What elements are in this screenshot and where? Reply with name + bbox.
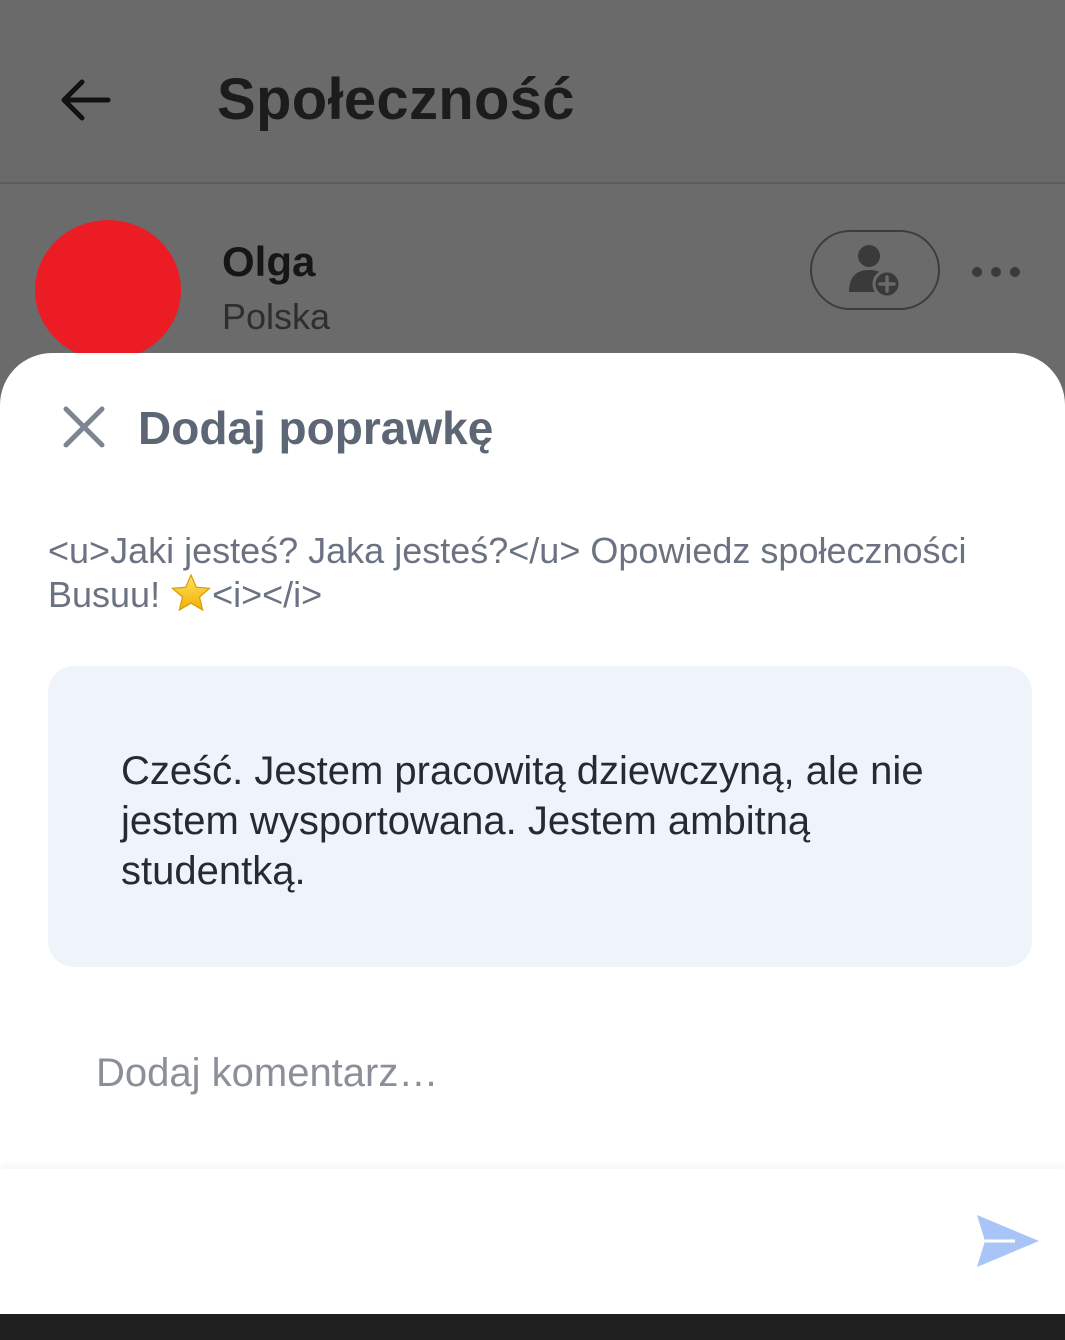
answer-card[interactable]: Cześć. Jestem pracowitą dziewczyną, ale … <box>48 666 1032 967</box>
prompt-suffix: <i></i> <box>212 574 323 615</box>
arrow-left-icon <box>61 79 111 121</box>
exercise-prompt: <u>Jaki jesteś? Jaka jesteś?</u> Opowied… <box>48 529 1028 617</box>
comment-input[interactable] <box>96 1043 976 1103</box>
sheet-footer <box>0 1169 1065 1315</box>
app-bar: Społeczność <box>0 0 1065 184</box>
add-user-icon <box>849 245 902 299</box>
close-button[interactable] <box>58 401 110 453</box>
sheet-title: Dodaj poprawkę <box>138 402 494 454</box>
user-country: Polska <box>222 296 331 337</box>
add-friend-button[interactable] <box>810 230 940 310</box>
system-nav-bar <box>0 1314 1065 1340</box>
user-name[interactable]: Olga <box>222 238 315 286</box>
more-horizontal-icon <box>972 267 1020 277</box>
more-options-button[interactable] <box>966 252 1026 292</box>
screen: Społeczność Olga Polska Dodaj poprawkę <… <box>0 0 1065 1340</box>
add-correction-sheet: Dodaj poprawkę <u>Jaki jesteś? Jaka jest… <box>0 353 1065 1315</box>
star-icon <box>171 573 212 612</box>
send-button[interactable] <box>970 1209 1046 1273</box>
answer-text: Cześć. Jestem pracowitą dziewczyną, ale … <box>121 749 924 893</box>
back-button[interactable] <box>52 70 116 130</box>
page-title: Społeczność <box>217 67 575 132</box>
avatar[interactable] <box>35 220 181 360</box>
close-icon <box>63 406 105 448</box>
send-icon <box>977 1215 1039 1267</box>
